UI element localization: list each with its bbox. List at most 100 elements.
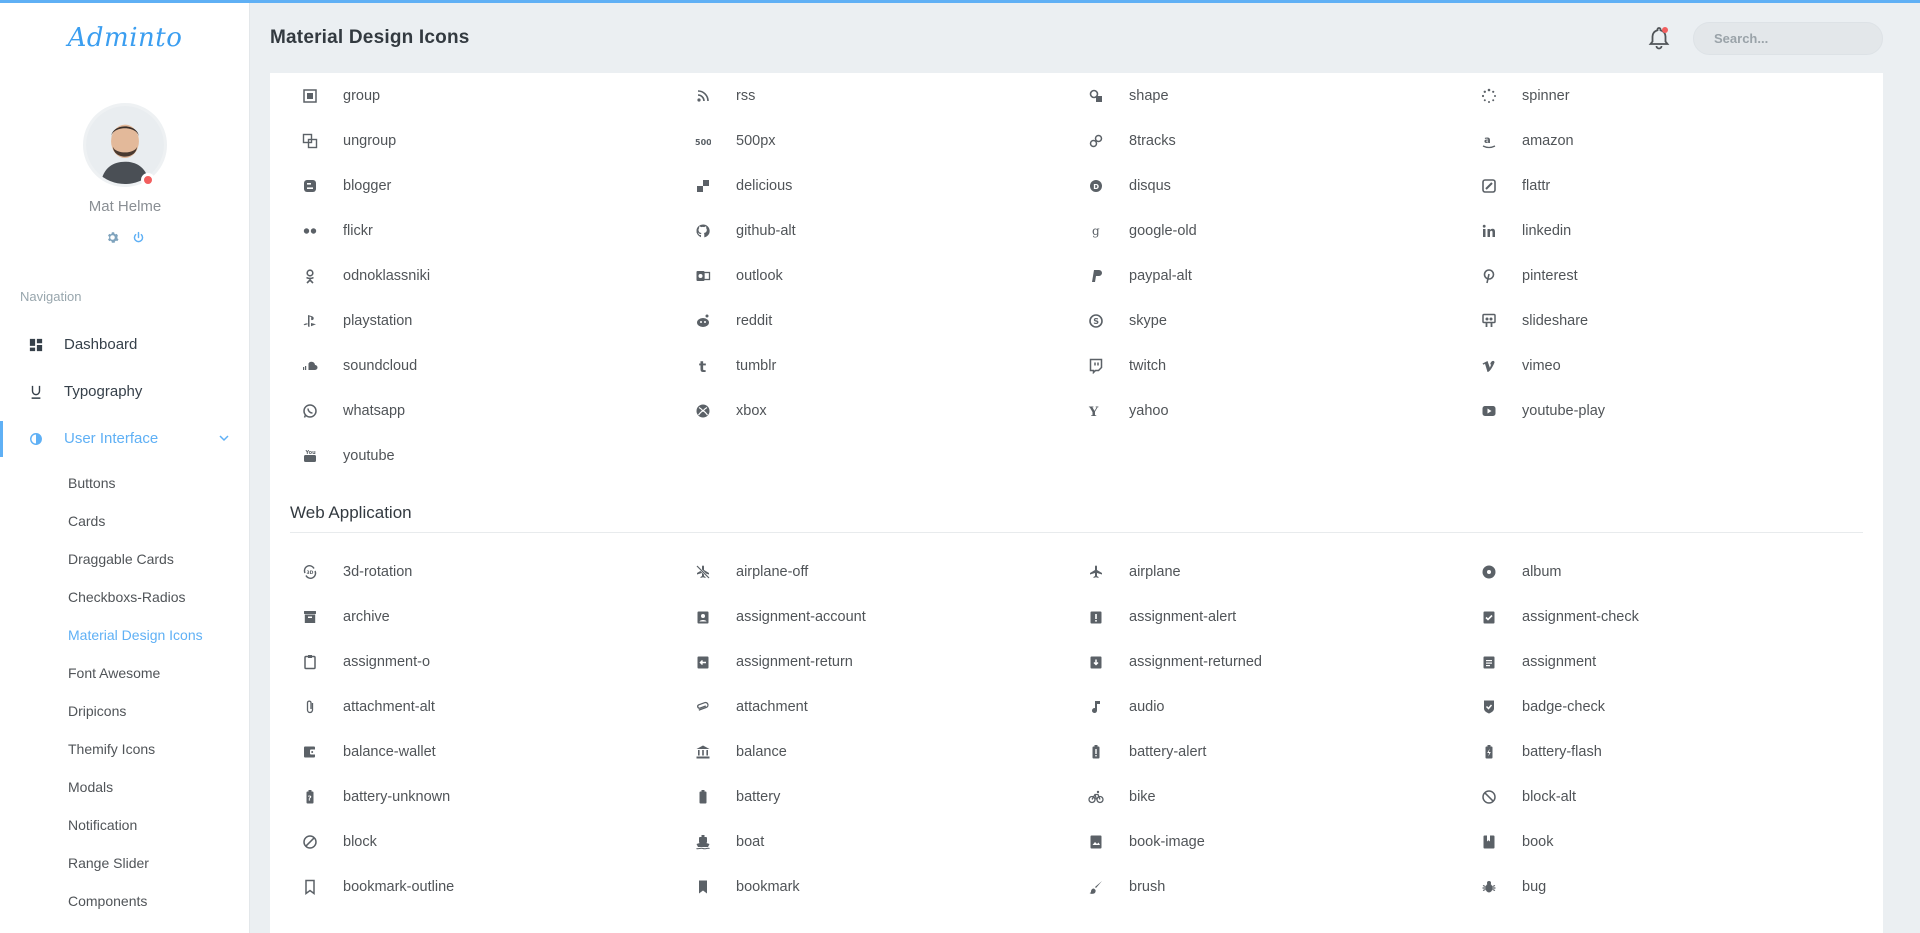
icon-item-odnoklassniki[interactable]: odnoklassniki [290,253,683,298]
icon-item-balance[interactable]: balance [683,729,1076,774]
outlook-icon [693,266,713,286]
icon-item-battery-alert[interactable]: battery-alert [1076,729,1469,774]
brand-icons-grid: group rss shape spinner ungroup 500 500px 8trac… [270,73,1883,478]
icon-item-ungroup[interactable]: ungroup [290,118,683,163]
icon-item-whatsapp[interactable]: whatsapp [290,388,683,433]
icon-label: amazon [1522,132,1574,149]
sub-item-material-design-icons[interactable]: Material Design Icons [0,616,249,654]
sub-item-dripicons[interactable]: Dripicons [0,692,249,730]
sub-item-checkboxs-radios[interactable]: Checkboxs-Radios [0,578,249,616]
attachment-alt-icon [300,697,320,717]
icon-item-500px[interactable]: 500 500px [683,118,1076,163]
icon-item-assignment-return[interactable]: assignment-return [683,639,1076,684]
icon-item-airplane[interactable]: airplane [1076,549,1469,594]
reddit-icon [693,311,713,331]
icon-item-attachment-alt[interactable]: attachment-alt [290,684,683,729]
sidebar-item-user-interface[interactable]: User Interface [0,415,249,462]
icon-item-album[interactable]: album [1469,549,1862,594]
archive-icon [300,607,320,627]
icon-item-paypal-alt[interactable]: paypal-alt [1076,253,1469,298]
icon-item-attachment[interactable]: attachment [683,684,1076,729]
search-input[interactable] [1714,31,1890,46]
icon-item-bookmark[interactable]: bookmark [683,864,1076,909]
icon-item-assignment-check[interactable]: assignment-check [1469,594,1862,639]
icon-item-assignment-account[interactable]: assignment-account [683,594,1076,639]
sub-item-themify-icons[interactable]: Themify Icons [0,730,249,768]
icon-item-playstation[interactable]: playstation [290,298,683,343]
sub-item-sweet-alert[interactable]: Sweet Alert [0,920,249,933]
icon-item-bookmark-outline[interactable]: bookmark-outline [290,864,683,909]
sidebar-item-dashboard[interactable]: Dashboard [0,321,249,368]
yahoo-icon: Y [1086,401,1106,421]
icon-item-youtube[interactable]: You youtube [290,433,683,478]
icon-item-google-old[interactable]: g google-old [1076,208,1469,253]
avatar[interactable] [83,103,167,187]
icon-item-tumblr[interactable]: t tumblr [683,343,1076,388]
icon-item-block[interactable]: block [290,819,683,864]
sidebar-item-typography[interactable]: Typography [0,368,249,415]
icon-label: flattr [1522,177,1551,194]
icon-item-spinner[interactable]: spinner [1469,73,1862,118]
icon-item-twitch[interactable]: twitch [1076,343,1469,388]
sub-item-modals[interactable]: Modals [0,768,249,806]
icon-item-audio[interactable]: audio [1076,684,1469,729]
icon-item-balance-wallet[interactable]: balance-wallet [290,729,683,774]
icon-item-youtube-play[interactable]: youtube-play [1469,388,1862,433]
icon-item-airplane-off[interactable]: airplane-off [683,549,1076,594]
icon-item-book[interactable]: book [1469,819,1862,864]
icon-item-8tracks[interactable]: 8tracks [1076,118,1469,163]
icon-item-flattr[interactable]: flattr [1469,163,1862,208]
sub-item-notification[interactable]: Notification [0,806,249,844]
icon-item-reddit[interactable]: reddit [683,298,1076,343]
icon-item-slideshare[interactable]: slideshare [1469,298,1862,343]
icon-item-vimeo[interactable]: vimeo [1469,343,1862,388]
icon-item-bug[interactable]: bug [1469,864,1862,909]
icon-label: bookmark-outline [343,878,455,895]
sub-item-cards[interactable]: Cards [0,502,249,540]
icon-item-xbox[interactable]: xbox [683,388,1076,433]
settings-icon[interactable] [104,229,120,245]
tumblr-icon: t [693,356,713,376]
icon-item-book-image[interactable]: book-image [1076,819,1469,864]
icon-item-pinterest[interactable]: pinterest [1469,253,1862,298]
sub-item-draggable-cards[interactable]: Draggable Cards [0,540,249,578]
icon-item-bike[interactable]: bike [1076,774,1469,819]
icon-item-group[interactable]: group [290,73,683,118]
user-name[interactable]: Mat Helme [0,198,249,215]
icon-item-shape[interactable]: shape [1076,73,1469,118]
3d-rotation-icon: 3D [300,562,320,582]
sub-item-components[interactable]: Components [0,882,249,920]
icon-item-boat[interactable]: boat [683,819,1076,864]
sub-item-range-slider[interactable]: Range Slider [0,844,249,882]
icon-item-assignment-alert[interactable]: assignment-alert [1076,594,1469,639]
app-logo[interactable]: Adminto [0,23,249,53]
icon-item-yahoo[interactable]: Yyahoo [1076,388,1469,433]
icon-item-blogger[interactable]: blogger [290,163,683,208]
icon-item-amazon[interactable]: a amazon [1469,118,1862,163]
power-icon[interactable] [130,229,146,245]
icon-item-assignment-returned[interactable]: assignment-returned [1076,639,1469,684]
icon-item-assignment[interactable]: assignment [1469,639,1862,684]
icon-item-3d-rotation[interactable]: 3D 3d-rotation [290,549,683,594]
icon-item-delicious[interactable]: delicious [683,163,1076,208]
icon-item-disqus[interactable]: Ddisqus [1076,163,1469,208]
icon-item-assignment-o[interactable]: assignment-o [290,639,683,684]
icon-item-block-alt[interactable]: block-alt [1469,774,1862,819]
icon-item-battery[interactable]: battery [683,774,1076,819]
sub-item-buttons[interactable]: Buttons [0,464,249,502]
icon-item-outlook[interactable]: outlook [683,253,1076,298]
user-actions [0,229,249,245]
sub-item-font-awesome[interactable]: Font Awesome [0,654,249,692]
icon-item-flickr[interactable]: flickr [290,208,683,253]
icon-item-skype[interactable]: Sskype [1076,298,1469,343]
icon-item-archive[interactable]: archive [290,594,683,639]
icon-item-battery-flash[interactable]: battery-flash [1469,729,1862,774]
icon-item-rss[interactable]: rss [683,73,1076,118]
icon-item-linkedin[interactable]: linkedin [1469,208,1862,253]
icon-item-github-alt[interactable]: github-alt [683,208,1076,253]
icon-item-brush[interactable]: brush [1076,864,1469,909]
svg-text:?: ? [308,794,312,802]
icon-item-battery-unknown[interactable]: ? battery-unknown [290,774,683,819]
icon-item-badge-check[interactable]: badge-check [1469,684,1862,729]
icon-item-soundcloud[interactable]: soundcloud [290,343,683,388]
